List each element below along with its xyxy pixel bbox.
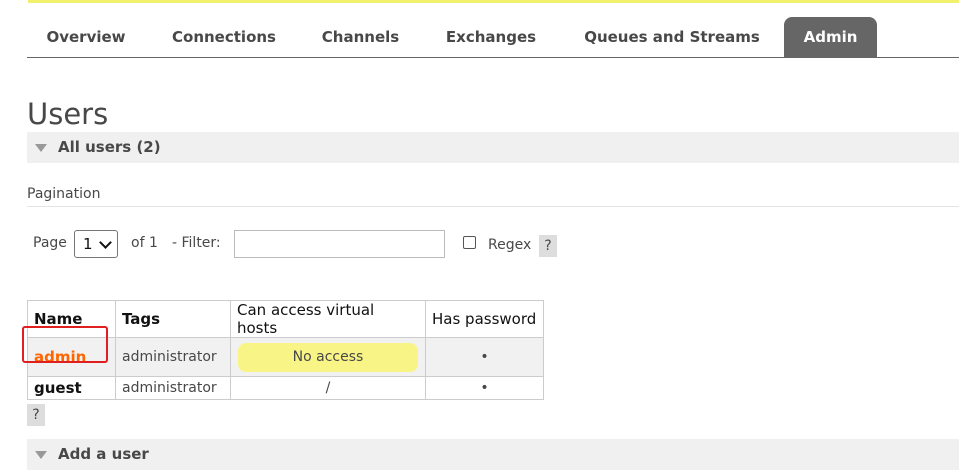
regex-checkbox[interactable] bbox=[463, 236, 476, 249]
user-link-guest[interactable]: guest bbox=[34, 379, 82, 397]
tab-admin[interactable]: Admin bbox=[784, 17, 877, 57]
filter-input[interactable] bbox=[234, 230, 445, 258]
top-accent-line bbox=[28, 0, 959, 3]
user-vhosts-cell: No access bbox=[230, 337, 426, 377]
tab-exchanges[interactable]: Exchanges bbox=[434, 17, 548, 57]
regex-label: Regex bbox=[488, 237, 532, 253]
tab-channels[interactable]: Channels bbox=[309, 17, 412, 57]
regex-help-icon[interactable]: ? bbox=[539, 235, 557, 257]
page-count-label: of 1 bbox=[131, 235, 158, 251]
collapse-triangle-icon bbox=[35, 144, 47, 152]
page-label: Page bbox=[33, 235, 67, 251]
has-password-indicator: • bbox=[425, 376, 544, 400]
filter-label: - Filter: bbox=[172, 235, 221, 251]
tab-queues-and-streams[interactable]: Queues and Streams bbox=[572, 17, 772, 57]
column-header-tags: Tags bbox=[115, 300, 231, 338]
user-vhosts-cell: / bbox=[230, 376, 426, 400]
pagination-divider bbox=[27, 206, 959, 207]
collapse-triangle-icon bbox=[35, 451, 47, 459]
table-row: guest administrator / • bbox=[27, 376, 544, 400]
user-tags-cell: administrator bbox=[115, 337, 231, 377]
user-name-cell: guest bbox=[27, 376, 116, 400]
no-access-badge: No access bbox=[238, 342, 418, 372]
add-user-label: Add a user bbox=[58, 445, 149, 463]
page-select[interactable]: 1 bbox=[74, 230, 118, 258]
chevron-down-icon bbox=[99, 236, 112, 249]
user-tags-cell: administrator bbox=[115, 376, 231, 400]
page-title: Users bbox=[27, 97, 109, 131]
column-header-vhosts: Can access virtual hosts bbox=[230, 300, 426, 338]
pagination-label: Pagination bbox=[27, 186, 101, 202]
table-help-icon[interactable]: ? bbox=[27, 404, 45, 426]
column-header-has-password: Has password bbox=[425, 300, 544, 338]
has-password-indicator: • bbox=[425, 337, 544, 377]
all-users-section-toggle[interactable]: All users (2) bbox=[27, 132, 959, 163]
tab-overview[interactable]: Overview bbox=[33, 17, 139, 57]
tab-connections[interactable]: Connections bbox=[162, 17, 286, 57]
main-nav-tabs: Overview Connections Channels Exchanges … bbox=[27, 17, 959, 58]
all-users-label: All users (2) bbox=[58, 138, 161, 156]
page-select-value: 1 bbox=[83, 235, 93, 253]
annotation-highlight-box bbox=[22, 326, 108, 363]
